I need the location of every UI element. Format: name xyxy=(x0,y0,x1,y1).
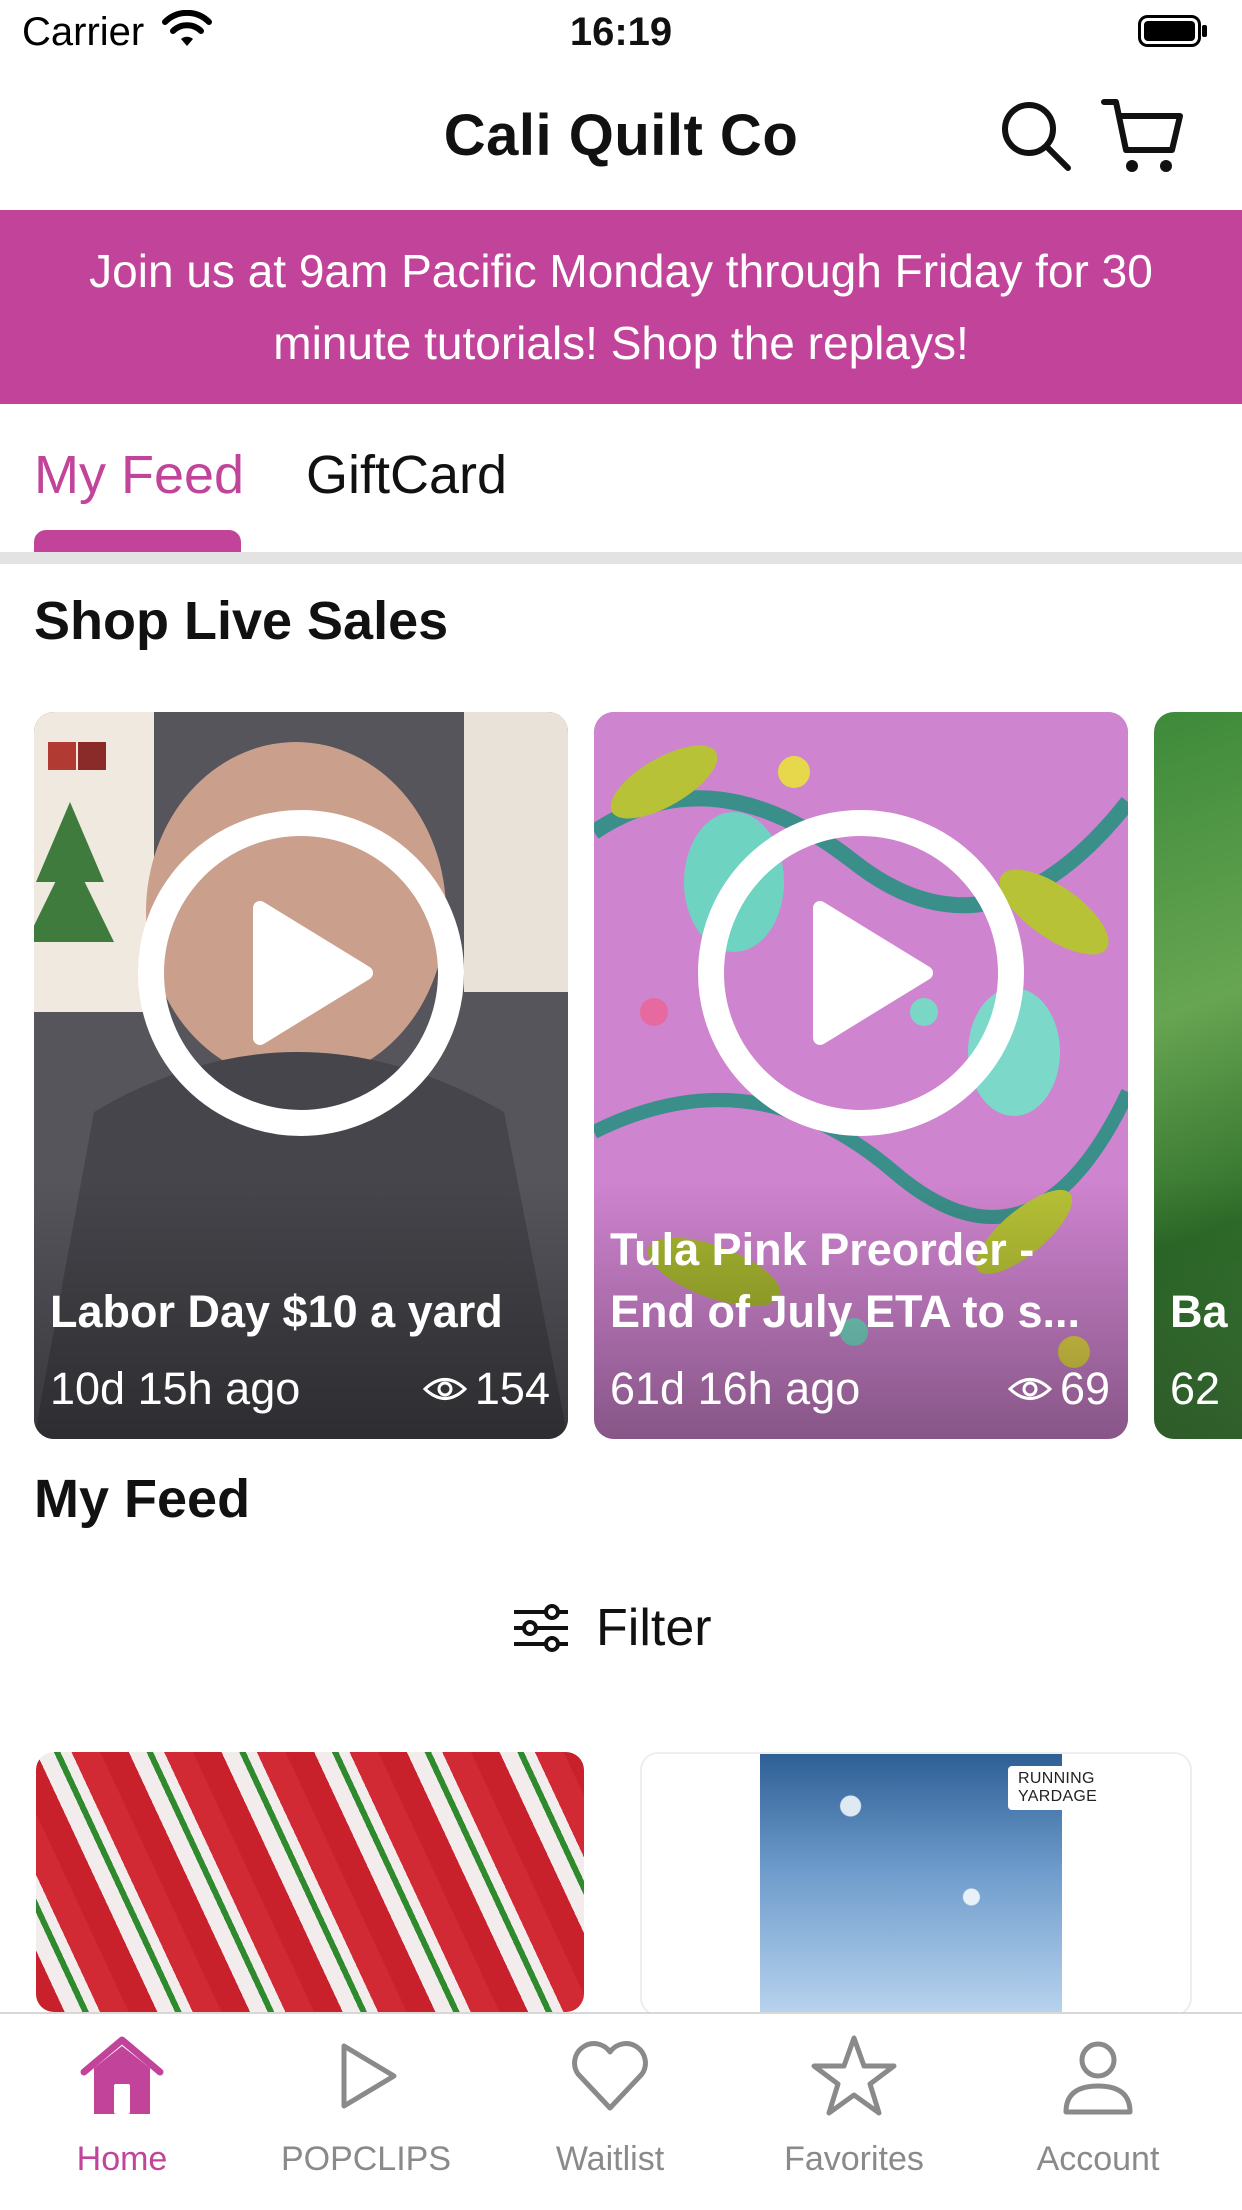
promo-banner[interactable]: Join us at 9am Pacific Monday through Fr… xyxy=(0,210,1242,404)
status-time: 16:19 xyxy=(569,10,673,54)
live-sale-card[interactable]: Labor Day $10 a yard 10d 15h ago 154 xyxy=(34,712,568,1439)
tab-my-feed[interactable]: My Feed xyxy=(34,444,244,506)
tabbar-label: Home xyxy=(76,2140,168,2178)
tab-divider xyxy=(0,552,1242,564)
view-count: 69 xyxy=(1007,1363,1110,1415)
play-icon xyxy=(341,2043,397,2109)
tab-giftcard[interactable]: GiftCard xyxy=(306,444,507,506)
view-count-value: 154 xyxy=(474,1363,550,1414)
eye-icon xyxy=(422,1378,467,1400)
eye-icon xyxy=(1007,1378,1052,1400)
bottom-tab-bar: Home POPCLIPS Waitlist Favorites Account xyxy=(0,2012,1242,2210)
search-icon[interactable] xyxy=(996,96,1076,176)
filter-label: Filter xyxy=(596,1599,712,1657)
tabbar-item-home[interactable]: Home xyxy=(22,2032,222,2179)
product-image: RUNNING YARDAGE xyxy=(760,1754,1108,2014)
play-icon[interactable] xyxy=(698,810,1024,1136)
home-icon xyxy=(80,2036,164,2114)
view-count: 154 xyxy=(422,1363,550,1415)
view-count-value: 69 xyxy=(1059,1363,1110,1414)
card-title: Tula Pink Preorder - End of July ETA to … xyxy=(610,1224,1081,1337)
battery-icon xyxy=(1138,15,1207,47)
star-icon xyxy=(811,2035,897,2116)
status-bar: Carrier 16:19 xyxy=(0,0,1242,66)
card-age: 10d 15h ago xyxy=(50,1363,301,1414)
card-title: Ba xyxy=(1170,1286,1228,1337)
filter-button[interactable]: Filter xyxy=(512,1596,712,1660)
tabbar-item-popclips[interactable]: POPCLIPS xyxy=(266,2032,466,2179)
section-title-live-sales: Shop Live Sales xyxy=(34,591,449,651)
live-sale-card[interactable]: Tula Pink Preorder - End of July ETA to … xyxy=(594,712,1128,1439)
sliders-icon xyxy=(514,1604,568,1652)
card-age: 61d 16h ago xyxy=(610,1363,861,1414)
nav-bar: Cali Quilt Co xyxy=(0,66,1242,210)
tabbar-item-favorites[interactable]: Favorites xyxy=(754,2032,954,2179)
card-age: 62 xyxy=(1170,1363,1221,1414)
tabbar-label: Waitlist xyxy=(555,2140,665,2178)
cart-icon[interactable] xyxy=(1100,92,1186,178)
feed-tabs: My Feed GiftCard xyxy=(0,404,1242,564)
tab-indicator xyxy=(34,530,241,552)
card-title: Labor Day $10 a yard xyxy=(50,1286,503,1337)
product-card[interactable] xyxy=(36,1752,584,2012)
play-icon[interactable] xyxy=(138,810,464,1136)
promo-text: Join us at 9am Pacific Monday through Fr… xyxy=(89,245,1153,369)
product-card[interactable]: RUNNING YARDAGE xyxy=(640,1752,1192,2016)
person-icon xyxy=(1063,2041,1133,2115)
tabbar-item-account[interactable]: Account xyxy=(998,2032,1198,2179)
tabbar-label: Account xyxy=(1036,2140,1160,2178)
live-sale-card[interactable]: Ba 62 xyxy=(1154,712,1242,1439)
product-tag: RUNNING YARDAGE xyxy=(1008,1766,1108,1810)
tabbar-item-waitlist[interactable]: Waitlist xyxy=(510,2032,710,2179)
tabbar-label: Favorites xyxy=(784,2140,924,2178)
section-title-my-feed: My Feed xyxy=(34,1469,251,1529)
tabbar-label: POPCLIPS xyxy=(280,2140,452,2178)
heart-icon xyxy=(572,2041,648,2111)
